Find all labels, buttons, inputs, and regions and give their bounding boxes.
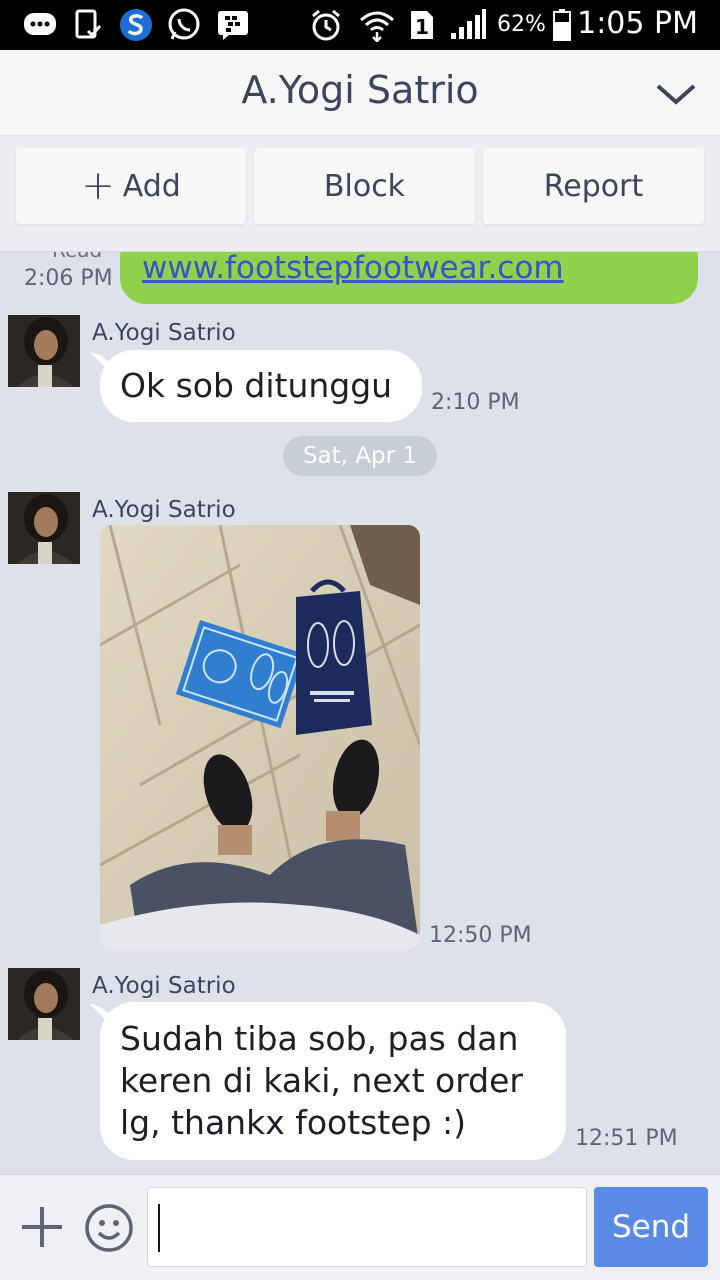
block-label: Block bbox=[323, 168, 406, 204]
contact-name: A.Yogi Satrio bbox=[241, 68, 479, 112]
message-line: lg, thankx footstep :) bbox=[120, 1103, 467, 1142]
chat-bubble-icon bbox=[22, 9, 58, 41]
date-separator: Sat, Apr 1 bbox=[283, 436, 437, 476]
bbm-icon bbox=[216, 9, 250, 41]
chat-area[interactable]: www.footstepfootwear.com Read 2:06 PM A.… bbox=[0, 252, 720, 1174]
whatsapp-icon bbox=[166, 8, 202, 41]
send-button[interactable]: Send bbox=[594, 1187, 708, 1267]
chevron-down-icon[interactable] bbox=[654, 74, 698, 114]
sender-name: A.Yogi Satrio bbox=[92, 320, 236, 346]
chat-header: A.Yogi Satrio bbox=[0, 50, 720, 136]
message-bubble[interactable]: Sudah tiba sob, pas dan keren di kaki, n… bbox=[100, 1002, 566, 1160]
status-bar: 1 62% 1:05 PM bbox=[0, 0, 720, 50]
message-time: 12:50 PM bbox=[429, 923, 532, 948]
photo-message[interactable] bbox=[100, 525, 420, 951]
avatar[interactable] bbox=[8, 492, 80, 564]
message-text: Ok sob ditunggu bbox=[120, 366, 393, 405]
plus-icon[interactable] bbox=[18, 1203, 66, 1251]
text-caret bbox=[158, 1204, 160, 1252]
contact-actions: + Add Block Report bbox=[0, 136, 720, 252]
report-label: Report bbox=[543, 168, 644, 204]
add-label: Add bbox=[122, 168, 181, 204]
avatar[interactable] bbox=[8, 315, 80, 387]
sim-number: 1 bbox=[415, 15, 429, 39]
plus-icon: + bbox=[81, 163, 115, 209]
message-time: 12:51 PM bbox=[575, 1126, 678, 1151]
alarm-icon bbox=[308, 9, 344, 41]
message-line: keren di kaki, next order bbox=[120, 1061, 523, 1100]
clock: 1:05 PM bbox=[577, 6, 698, 41]
battery-icon bbox=[552, 9, 572, 41]
sent-link[interactable]: www.footstepfootwear.com bbox=[142, 252, 564, 286]
message-text: Sudah tiba sob, pas dan keren di kaki, n… bbox=[120, 1018, 523, 1144]
signal-icon bbox=[448, 9, 488, 41]
message-input-bar: Send bbox=[0, 1174, 720, 1280]
send-label: Send bbox=[611, 1209, 691, 1245]
battery-percent: 62% bbox=[497, 12, 546, 37]
message-line: Sudah tiba sob, pas dan bbox=[120, 1019, 519, 1058]
avatar[interactable] bbox=[8, 968, 80, 1040]
message-bubble[interactable]: Ok sob ditunggu bbox=[100, 350, 422, 422]
message-time: 2:10 PM bbox=[431, 390, 520, 415]
sender-name: A.Yogi Satrio bbox=[92, 973, 236, 999]
s-app-icon bbox=[118, 9, 154, 41]
message-input[interactable] bbox=[147, 1187, 587, 1267]
sent-time: 2:06 PM bbox=[24, 266, 113, 291]
emoji-icon[interactable] bbox=[84, 1203, 134, 1253]
read-status: Read bbox=[52, 252, 102, 262]
file-check-icon bbox=[72, 9, 104, 41]
sim-icon: 1 bbox=[408, 9, 436, 41]
block-button[interactable]: Block bbox=[254, 148, 475, 224]
add-button[interactable]: + Add bbox=[16, 148, 246, 224]
wifi-icon bbox=[358, 9, 396, 42]
sender-name: A.Yogi Satrio bbox=[92, 497, 236, 523]
report-button[interactable]: Report bbox=[483, 148, 704, 224]
